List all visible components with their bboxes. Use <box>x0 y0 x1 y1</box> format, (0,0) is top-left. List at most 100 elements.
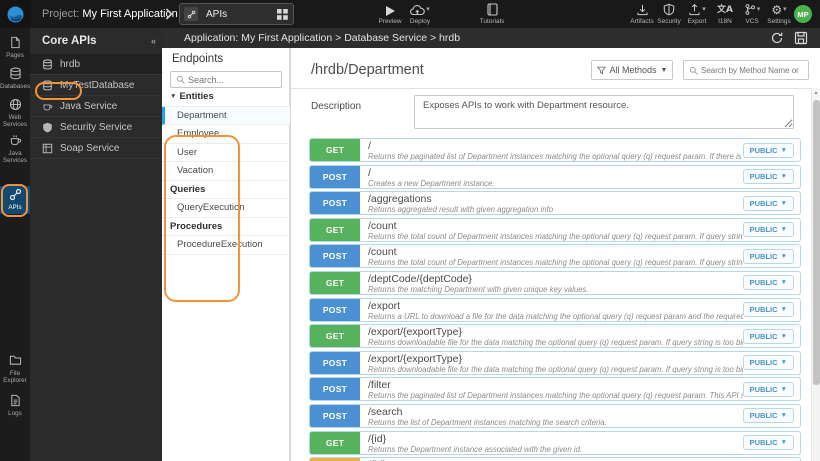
endpoint-item-employee[interactable]: Employee <box>162 125 290 144</box>
database-icon <box>42 79 55 91</box>
scrollbar-thumb[interactable] <box>813 100 820 385</box>
endpoint-item-procedureexecution[interactable]: ProcedureExecution <box>162 236 290 255</box>
sidebar-item-databases[interactable]: Databases <box>0 65 30 90</box>
api-detail-panel: /hrdb/Department All Methods ▼ Descripti… <box>290 48 820 461</box>
caret-down-icon: ▼ <box>780 146 787 154</box>
caret-down-icon: ▼ <box>780 226 787 234</box>
access-level-dropdown[interactable]: PUBLIC ▼ <box>742 169 794 185</box>
description-label: Description <box>311 101 362 112</box>
http-method-badge: GET <box>310 139 360 161</box>
user-avatar[interactable]: MP <box>794 5 812 23</box>
api-endpoint-row[interactable]: POST /filter Returns the paginated list o… <box>309 377 801 402</box>
coffee-icon <box>0 134 30 148</box>
endpoints-search[interactable] <box>170 71 282 88</box>
sidebar-item-pages[interactable]: Pages <box>0 34 30 59</box>
left-nav-rail: Pages Databases Web Services Java Servic… <box>0 28 30 461</box>
endpoint-group-queries[interactable]: Queries <box>162 181 290 199</box>
endpoint-item-queryexecution[interactable]: QueryExecution <box>162 199 290 218</box>
endpoint-group-entities[interactable]: ▼ Entities <box>162 88 290 107</box>
endpoint-item-user[interactable]: User <box>162 144 290 162</box>
api-endpoint-row[interactable]: POST /export Returns a URL to download a … <box>309 297 801 322</box>
http-method-badge: GET <box>310 218 360 241</box>
scroll-up-arrow[interactable]: ▲ <box>812 88 820 98</box>
api-description: Creates a new Department instance. <box>368 178 495 188</box>
grid-icon[interactable] <box>277 8 288 20</box>
api-endpoint-row[interactable]: GET / Returns the paginated list of Depar… <box>309 138 801 162</box>
sidebar-item-web-services[interactable]: Web Services <box>0 96 30 128</box>
core-api-item-security-service[interactable]: Security Service <box>30 117 162 138</box>
api-endpoint-list: GET / Returns the paginated list of Depar… <box>309 138 801 461</box>
description-input[interactable]: Exposes APIs to work with Department res… <box>414 95 794 129</box>
vertical-scrollbar[interactable]: ▲ <box>811 88 820 461</box>
core-api-label: Security Service <box>60 121 133 133</box>
api-tab-icon <box>184 7 198 21</box>
http-method-badge: GET <box>310 325 360 348</box>
tutorials-button[interactable]: Tutorials <box>470 2 514 27</box>
search-icon <box>176 75 185 84</box>
core-api-item-java-service[interactable]: Java Service <box>30 96 162 117</box>
access-level-dropdown[interactable]: PUBLIC ▼ <box>742 408 794 424</box>
endpoint-group-procedures[interactable]: Procedures <box>162 218 290 236</box>
core-api-item-mytestdatabase[interactable]: MyTestDatabase <box>30 75 162 96</box>
api-endpoint-row[interactable]: GET /count Returns the total count of Dep… <box>309 217 801 242</box>
deploy-button[interactable]: ▾ Deploy <box>398 2 442 27</box>
endpoint-item-department[interactable]: Department <box>162 106 290 125</box>
sidebar-item-logs[interactable]: Logs <box>0 392 30 417</box>
caret-down-icon: ▼ <box>780 173 787 181</box>
method-search-input[interactable] <box>701 65 801 75</box>
access-level-dropdown[interactable]: PUBLIC ▼ <box>742 195 794 211</box>
api-path: /filter <box>368 379 391 392</box>
api-endpoint-row[interactable]: GET /deptCode/{deptCode} Returns the matc… <box>309 270 801 295</box>
api-endpoint-row[interactable]: POST / Creates a new Department instance.… <box>309 164 801 189</box>
access-level-dropdown[interactable]: PUBLIC ▼ <box>742 302 794 318</box>
tab-apis[interactable]: APIs <box>179 3 294 25</box>
api-description: Returns the list of Department instances… <box>368 417 607 427</box>
access-level-dropdown[interactable]: PUBLIC ▼ <box>742 142 794 158</box>
api-path: /aggregations <box>368 193 432 206</box>
collapse-panel-icon[interactable]: « <box>151 28 156 54</box>
http-method-badge: GET <box>310 271 360 294</box>
access-level-dropdown[interactable]: PUBLIC ▼ <box>742 248 794 264</box>
search-icon <box>689 66 698 75</box>
access-level-dropdown[interactable]: PUBLIC ▼ <box>742 435 794 451</box>
access-level-dropdown[interactable]: PUBLIC ▼ <box>742 275 794 291</box>
core-api-item-hrdb[interactable]: hrdb <box>30 54 162 75</box>
method-filter-dropdown[interactable]: All Methods ▼ <box>591 60 673 80</box>
http-method-badge: GET <box>310 431 360 454</box>
page-title: /hrdb/Department <box>311 62 424 78</box>
http-method-badge: POST <box>310 378 360 401</box>
sidebar-item-apis[interactable]: APIs <box>0 186 30 214</box>
access-level-dropdown[interactable]: PUBLIC ▼ <box>742 222 794 238</box>
api-endpoint-row[interactable]: POST /aggregations Returns aggregated res… <box>309 191 801 216</box>
endpoint-item-vacation[interactable]: Vacation <box>162 162 290 181</box>
access-level-dropdown[interactable]: PUBLIC ▼ <box>742 328 794 344</box>
api-endpoint-row[interactable]: POST /count Returns the total count of De… <box>309 244 801 269</box>
api-endpoint-row[interactable]: PUT /{id} PUBLIC▼ <box>309 457 801 461</box>
api-endpoint-row[interactable]: POST /export/{exportType} Returns downloa… <box>309 350 801 375</box>
access-level-dropdown[interactable]: PUBLIC ▼ <box>742 355 794 371</box>
http-method-badge: POST <box>310 404 360 427</box>
caret-down-icon: ▼ <box>660 66 668 74</box>
api-endpoint-row[interactable]: GET /{id} Returns the Department instance… <box>309 430 801 455</box>
api-endpoint-row[interactable]: GET /export/{exportType} Returns download… <box>309 324 801 349</box>
endpoints-search-input[interactable] <box>188 74 274 85</box>
core-api-label: Java Service <box>60 100 118 112</box>
refresh-icon[interactable] <box>770 31 784 45</box>
core-api-item-soap-service[interactable]: Soap Service <box>30 138 162 159</box>
api-description: Returns the paginated list of Department… <box>368 391 743 401</box>
caret-down-icon: ▼ <box>780 306 787 314</box>
core-apis-panel: Core APIs « hrdb MyTestDatabase Java Ser… <box>30 28 162 461</box>
apis-icon <box>0 188 30 202</box>
api-endpoint-row[interactable]: POST /search Returns the list of Departme… <box>309 403 801 428</box>
caret-down-icon: ▾ <box>426 6 430 13</box>
access-level-dropdown[interactable]: PUBLIC ▼ <box>742 381 794 397</box>
endpoints-panel: Endpoints ▼Entities Department Employee … <box>162 48 290 461</box>
sidebar-item-java-services[interactable]: Java Services <box>0 132 30 164</box>
method-search[interactable] <box>683 60 809 80</box>
sidebar-item-file-explorer[interactable]: File Explorer <box>0 352 30 384</box>
wavemaker-logo[interactable] <box>0 0 30 28</box>
http-method-badge: POST <box>310 351 360 374</box>
api-description: Returns the matching Department with giv… <box>368 284 589 294</box>
save-icon[interactable] <box>794 31 808 45</box>
api-path: /export/{exportType} <box>368 352 462 365</box>
